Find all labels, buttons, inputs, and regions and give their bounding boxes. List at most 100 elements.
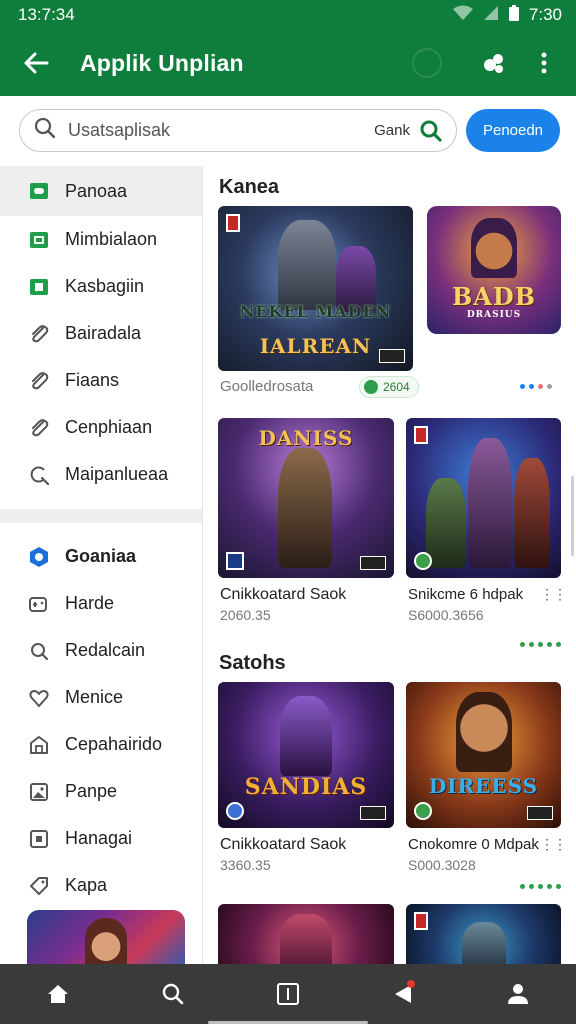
sidebar-item-maipanlueaa[interactable]: Maipanlueaa — [0, 451, 202, 498]
badge-icon — [414, 912, 428, 930]
wifi-icon — [452, 5, 473, 26]
game-card[interactable] — [218, 904, 394, 964]
sidebar-item-label: Harde — [65, 593, 115, 613]
search-submit-button[interactable]: Penoedn — [466, 109, 560, 152]
app-bar: Applik Unplian — [0, 30, 576, 96]
more-vert-icon[interactable] — [526, 45, 562, 81]
game-art: NEKEL MADEN IALREAN — [218, 206, 413, 371]
game-card[interactable]: SANDIAS — [218, 682, 394, 828]
hero-figure — [462, 922, 506, 964]
person-icon[interactable] — [494, 970, 542, 1018]
section-title: Satohs — [219, 652, 286, 674]
status-bar: 13:7:34 7:30 — [0, 0, 576, 30]
sidebar-item-label: Mimbialaon — [65, 229, 158, 249]
search-input[interactable]: Usatsaplisak Gank — [19, 109, 457, 152]
sidebar-item-panoaa[interactable]: Panoaa — [0, 166, 202, 216]
sidebar-section-label: Goaniaa — [65, 546, 137, 566]
art-subtitle: DRASIUS — [466, 310, 522, 320]
card-title: Cnikkoatard Saok — [220, 836, 347, 853]
profile-link-icon[interactable] — [476, 45, 512, 81]
hero-figure — [471, 218, 517, 278]
dot — [520, 884, 525, 889]
back-arrow-icon[interactable] — [18, 45, 54, 81]
sidebar-item-mimbialaon[interactable]: Mimbialaon — [0, 216, 202, 263]
sidebar-item-menice[interactable]: Menice — [0, 674, 202, 721]
art-title: BADB — [451, 282, 536, 311]
card-meta: S000.3028 — [408, 857, 476, 873]
sidebar-section-goaniaa[interactable]: Goaniaa — [0, 533, 202, 580]
search-mode-label[interactable]: Gank — [374, 122, 410, 139]
sidebar-item-label: Maipanlueaa — [65, 464, 169, 484]
pill-label: 2604 — [383, 380, 410, 394]
hero-figure — [278, 448, 332, 568]
sidebar-item-fiaans[interactable]: Fiaans — [0, 357, 202, 404]
heart-icon — [27, 686, 51, 710]
back-icon[interactable] — [379, 970, 427, 1018]
card-meta: 2060.35 — [220, 607, 271, 623]
sidebar-item-harde[interactable]: Harde — [0, 580, 202, 627]
hero-figure — [456, 692, 512, 772]
sidebar-item-cepahairido[interactable]: Cepahairido — [0, 721, 202, 768]
price-pill[interactable]: 2604 — [359, 376, 419, 398]
more-horiz-icon[interactable]: ⋮⋮ — [540, 586, 567, 603]
search-icon — [34, 117, 56, 144]
sidebar-item-kapa[interactable]: Kapa — [0, 862, 202, 909]
dot — [529, 884, 534, 889]
search-go-icon[interactable] — [416, 116, 446, 146]
home-icon[interactable] — [34, 970, 82, 1018]
game-card[interactable]: DANISS — [218, 418, 394, 578]
more-horiz-icon[interactable]: ⋮⋮ — [540, 836, 567, 853]
check-circle-icon — [412, 48, 442, 78]
carousel-dots[interactable] — [520, 384, 552, 389]
hero-figure — [468, 438, 512, 568]
sidebar-item-label: Fiaans — [65, 370, 120, 390]
dot — [547, 642, 552, 647]
search-icon — [27, 639, 51, 663]
card-title: Snikcme 6 hdpak — [408, 586, 524, 603]
game-card[interactable] — [406, 904, 561, 964]
game-art — [218, 904, 394, 964]
rating-badge — [379, 349, 405, 363]
sidebar-item-cenphiaan[interactable]: Cenphiaan — [0, 404, 202, 451]
card-title: Cnokomre 0 Mdpak — [408, 836, 539, 853]
paperclip-icon — [27, 369, 51, 393]
square-badge-icon — [27, 228, 51, 252]
sidebar-item-label: Panoaa — [65, 180, 128, 201]
dot — [547, 884, 552, 889]
game-card[interactable] — [406, 418, 561, 578]
hexagon-icon — [27, 545, 51, 569]
square-icon[interactable] — [264, 970, 312, 1018]
sidebar-item-kasbagiin[interactable]: Kasbagiin — [0, 263, 202, 310]
game-card[interactable]: DIREESS — [406, 682, 561, 828]
pill-icon — [364, 380, 378, 394]
sidebar-item-bairadala[interactable]: Bairadala — [0, 310, 202, 357]
card-caption: Goolledrosata — [220, 378, 314, 395]
dot — [556, 884, 561, 889]
search-row: Usatsaplisak Gank Penoedn — [0, 96, 576, 166]
sidebar-promo-art[interactable] — [27, 910, 185, 970]
gamepad-icon — [27, 592, 51, 616]
scrollbar[interactable] — [571, 476, 574, 556]
sidebar-item-panpe[interactable]: Panpe — [0, 768, 202, 815]
sidebar-item-label: Kapa — [65, 875, 108, 895]
badge-icon — [226, 214, 240, 232]
dot — [529, 642, 534, 647]
promo-character — [85, 918, 127, 970]
ally-figure — [426, 478, 466, 568]
hero-figure — [280, 696, 332, 776]
art-title: DIREESS — [428, 774, 539, 798]
sidebar-item-label: Panpe — [65, 781, 118, 801]
carousel-dots[interactable] — [520, 884, 561, 889]
dot — [547, 384, 552, 389]
search-icon[interactable] — [149, 970, 197, 1018]
featured-game-card[interactable]: NEKEL MADEN IALREAN — [218, 206, 413, 371]
side-game-card[interactable]: BADB DRASIUS — [427, 206, 561, 334]
carousel-dots[interactable] — [520, 642, 561, 647]
battery-icon — [508, 4, 519, 26]
square-icon — [27, 827, 51, 851]
sidebar-item-label: Cenphiaan — [65, 417, 153, 437]
sidebar-item-hanagai[interactable]: Hanagai — [0, 815, 202, 862]
hero-figure — [280, 914, 332, 964]
sidebar-item-redalcain[interactable]: Redalcain — [0, 627, 202, 674]
status-icons: 7:30 — [452, 4, 562, 26]
